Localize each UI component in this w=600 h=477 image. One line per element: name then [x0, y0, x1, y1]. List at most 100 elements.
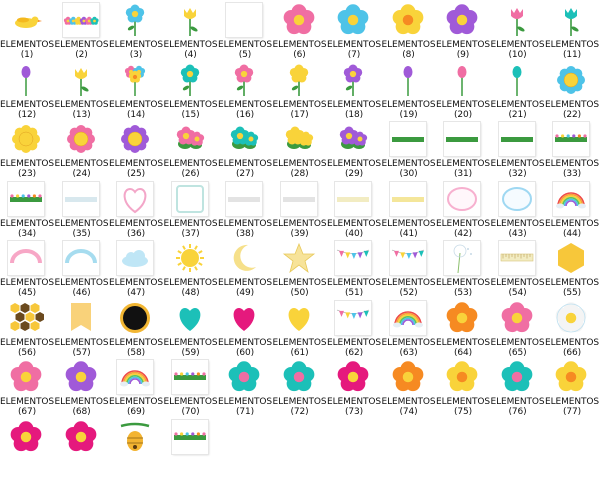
- file-name-label: ELEMENTOS (60): [218, 337, 272, 358]
- file-item[interactable]: ELEMENTOS (33): [545, 122, 599, 179]
- file-name-label: ELEMENTOS (44): [545, 218, 599, 239]
- file-item[interactable]: ELEMENTOS (13): [55, 63, 109, 120]
- file-item[interactable]: ELEMENTOS (10): [491, 3, 545, 60]
- file-item[interactable]: ELEMENTOS (76): [491, 360, 545, 417]
- file-item[interactable]: [0, 420, 54, 477]
- file-item[interactable]: ELEMENTOS (25): [109, 122, 163, 179]
- file-item[interactable]: ELEMENTOS (5): [218, 3, 272, 60]
- file-item[interactable]: ELEMENTOS (62): [327, 300, 381, 358]
- file-name-label: ELEMENTOS (15): [163, 99, 218, 120]
- yellow-flower-icon: [553, 360, 589, 394]
- pink-tulip-icon: [499, 3, 535, 37]
- yellow-heart-icon: [281, 301, 317, 335]
- file-item[interactable]: ELEMENTOS (43): [491, 181, 545, 239]
- file-item[interactable]: ELEMENTOS (27): [218, 122, 272, 179]
- file-item[interactable]: ELEMENTOS (46): [55, 241, 109, 298]
- file-item[interactable]: ELEMENTOS (30): [382, 122, 436, 179]
- file-item[interactable]: ELEMENTOS (51): [327, 241, 381, 298]
- file-item[interactable]: ELEMENTOS (52): [382, 241, 436, 298]
- file-item[interactable]: ELEMENTOS (40): [327, 181, 381, 239]
- file-item[interactable]: ELEMENTOS (39): [273, 181, 327, 239]
- file-item[interactable]: ELEMENTOS (36): [109, 181, 163, 239]
- file-name-label: ELEMENTOS (64): [436, 337, 490, 358]
- file-item[interactable]: ELEMENTOS (18): [327, 63, 381, 120]
- file-item[interactable]: ELEMENTOS (77): [545, 360, 599, 417]
- file-item[interactable]: ELEMENTOS (41): [382, 181, 436, 239]
- file-item[interactable]: ELEMENTOS (72): [273, 360, 327, 417]
- file-item[interactable]: ELEMENTOS (74): [382, 360, 436, 417]
- file-item[interactable]: ELEMENTOS (70): [164, 360, 218, 417]
- file-item[interactable]: ELEMENTOS (34): [0, 181, 54, 239]
- file-item[interactable]: ELEMENTOS (4): [164, 3, 218, 60]
- file-item[interactable]: ELEMENTOS (1): [0, 3, 54, 60]
- file-item[interactable]: ELEMENTOS (23): [0, 122, 54, 179]
- file-item[interactable]: ELEMENTOS (31): [436, 122, 490, 179]
- file-item[interactable]: ELEMENTOS (67): [0, 360, 54, 417]
- file-item[interactable]: ELEMENTOS (16): [218, 63, 272, 120]
- file-item[interactable]: ELEMENTOS (38): [218, 181, 272, 239]
- file-item[interactable]: ELEMENTOS (20): [436, 63, 490, 120]
- teal-heart-icon: [172, 301, 208, 335]
- file-item[interactable]: ELEMENTOS (9): [436, 3, 490, 60]
- teal-flower-icon: [281, 360, 317, 394]
- file-name-label: ELEMENTOS (55): [545, 278, 599, 298]
- file-item[interactable]: ELEMENTOS (45): [0, 241, 54, 298]
- file-item[interactable]: ELEMENTOS (8): [382, 3, 436, 60]
- file-item[interactable]: ELEMENTOS (24): [55, 122, 109, 179]
- file-item[interactable]: ELEMENTOS (17): [273, 63, 327, 120]
- file-item[interactable]: ELEMENTOS (68): [55, 360, 109, 417]
- file-item[interactable]: [164, 419, 218, 477]
- file-item[interactable]: [55, 420, 109, 477]
- file-item[interactable]: ELEMENTOS (12): [0, 63, 54, 120]
- file-item[interactable]: ELEMENTOS (2): [55, 3, 109, 60]
- file-name-label: ELEMENTOS (5): [218, 40, 272, 60]
- yellow-flower-bush-icon: [281, 122, 317, 156]
- file-item[interactable]: ELEMENTOS (35): [55, 181, 109, 239]
- file-item[interactable]: ELEMENTOS (44): [545, 181, 599, 239]
- file-item[interactable]: ELEMENTOS (21): [491, 63, 545, 120]
- file-item[interactable]: ELEMENTOS (29): [327, 122, 381, 179]
- file-item[interactable]: ELEMENTOS (7): [327, 3, 381, 60]
- file-item[interactable]: ELEMENTOS (58): [109, 301, 163, 358]
- file-item[interactable]: ELEMENTOS (37): [164, 181, 218, 239]
- file-item[interactable]: ELEMENTOS (50): [273, 241, 327, 298]
- file-item[interactable]: ELEMENTOS (22): [545, 63, 599, 120]
- file-item[interactable]: ELEMENTOS (56): [0, 301, 54, 358]
- file-item[interactable]: ELEMENTOS (66): [545, 301, 599, 358]
- pink-oval-frame-icon: [444, 181, 480, 216]
- file-item[interactable]: ELEMENTOS (11): [545, 3, 599, 60]
- file-item[interactable]: ELEMENTOS (69): [109, 360, 163, 417]
- file-item[interactable]: [109, 420, 163, 477]
- file-name-label: ELEMENTOS (69): [109, 397, 163, 417]
- file-item[interactable]: ELEMENTOS (3): [109, 3, 163, 60]
- file-item[interactable]: ELEMENTOS (65): [491, 301, 545, 358]
- file-item[interactable]: ELEMENTOS (75): [436, 360, 490, 417]
- file-item[interactable]: ELEMENTOS (19): [382, 63, 436, 120]
- black-circle-icon: [117, 301, 153, 335]
- file-item[interactable]: ELEMENTOS (47): [109, 241, 163, 298]
- file-item[interactable]: ELEMENTOS (55): [545, 241, 599, 298]
- file-item[interactable]: ELEMENTOS (61): [273, 301, 327, 358]
- file-item[interactable]: ELEMENTOS (28): [273, 122, 327, 179]
- file-item[interactable]: ELEMENTOS (53): [436, 241, 490, 298]
- file-item[interactable]: ELEMENTOS (57): [55, 301, 109, 358]
- file-name-label: ELEMENTOS (59): [163, 337, 218, 358]
- file-item[interactable]: ELEMENTOS (54): [491, 241, 545, 298]
- file-item[interactable]: ELEMENTOS (14): [109, 63, 163, 120]
- file-item[interactable]: ELEMENTOS (59): [164, 301, 218, 358]
- blue-arc-icon: [62, 241, 99, 275]
- file-item[interactable]: ELEMENTOS (15): [164, 63, 218, 120]
- file-item[interactable]: ELEMENTOS (60): [218, 301, 272, 358]
- file-item[interactable]: ELEMENTOS (42): [436, 181, 490, 239]
- file-name-label: ELEMENTOS (34): [0, 218, 54, 239]
- file-item[interactable]: ELEMENTOS (26): [164, 122, 218, 179]
- pink-flower-icon: [8, 360, 44, 394]
- file-item[interactable]: ELEMENTOS (48): [164, 241, 218, 298]
- file-item[interactable]: ELEMENTOS (73): [327, 360, 381, 417]
- file-item[interactable]: ELEMENTOS (64): [436, 301, 490, 358]
- file-item[interactable]: ELEMENTOS (49): [218, 241, 272, 298]
- file-item[interactable]: ELEMENTOS (71): [218, 360, 272, 417]
- file-item[interactable]: ELEMENTOS (6): [273, 3, 327, 60]
- file-item[interactable]: ELEMENTOS (32): [491, 122, 545, 179]
- file-item[interactable]: ELEMENTOS (63): [382, 300, 436, 358]
